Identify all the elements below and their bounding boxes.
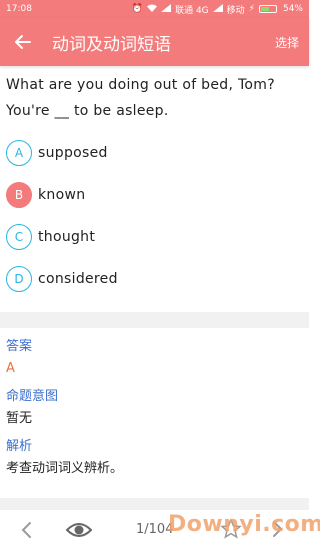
options-list: A supposed B known C thought D considere… [6,132,304,300]
view-answer-button[interactable] [66,518,92,542]
charging-icon: ⚡ [248,4,255,14]
eye-icon [66,523,92,537]
option-c[interactable]: C thought [6,216,304,258]
option-d[interactable]: D considered [6,258,304,300]
option-a[interactable]: A supposed [6,132,304,174]
app-bar: 动词及动词短语 选择 [0,18,309,66]
status-icons: ⏰ 联通 4G 移动 ⚡ 54% [132,3,303,16]
status-bar: 17:08 ⏰ 联通 4G 移动 ⚡ 54% [0,0,309,18]
answer-value: A [6,361,15,376]
analysis-section: 答案 A 命题意图 暂无 解析 考查动词词义辨析。 [6,336,304,486]
chevron-left-icon [21,522,31,538]
page-title: 动词及动词短语 [52,34,171,55]
option-b-bubble[interactable]: B [6,182,32,208]
question-line-2: You're __ to be asleep. [6,103,169,119]
battery-icon [258,5,277,13]
option-b-text: known [38,187,86,203]
arrow-left-icon [15,35,31,49]
signal-icon [161,3,172,15]
select-button[interactable]: 选择 [275,34,309,51]
option-c-text: thought [38,229,96,245]
option-d-bubble[interactable]: D [6,266,32,292]
explain-label: 解析 [6,439,33,454]
prev-button[interactable] [16,520,36,540]
battery-percent: 54% [282,4,303,14]
option-c-bubble[interactable]: C [6,224,32,250]
signal2-icon [212,3,223,15]
option-a-bubble[interactable]: A [6,140,32,166]
option-a-text: supposed [38,145,108,161]
option-b[interactable]: B known [6,174,304,216]
question-text: What are you doing out of bed, Tom? You'… [6,72,304,124]
bottom-divider [0,498,309,510]
wifi-icon [147,4,158,15]
carrier1-label: 联通 4G [175,5,209,16]
carrier2-label: 移动 [226,5,245,16]
watermark-logo: Downyi.com [168,512,320,537]
alarm-icon: ⏰ [131,4,144,14]
section-divider [0,312,309,328]
back-button[interactable] [0,18,46,66]
explain-value: 考查动词词义辨析。 [6,461,124,476]
intent-value: 暂无 [6,411,33,426]
question-line-1: What are you doing out of bed, Tom? [6,77,275,93]
status-time: 17:08 [6,4,32,14]
answer-label: 答案 [6,339,33,354]
option-d-text: considered [38,271,118,287]
battery-fill [260,7,269,11]
intent-label: 命题意图 [6,389,59,404]
